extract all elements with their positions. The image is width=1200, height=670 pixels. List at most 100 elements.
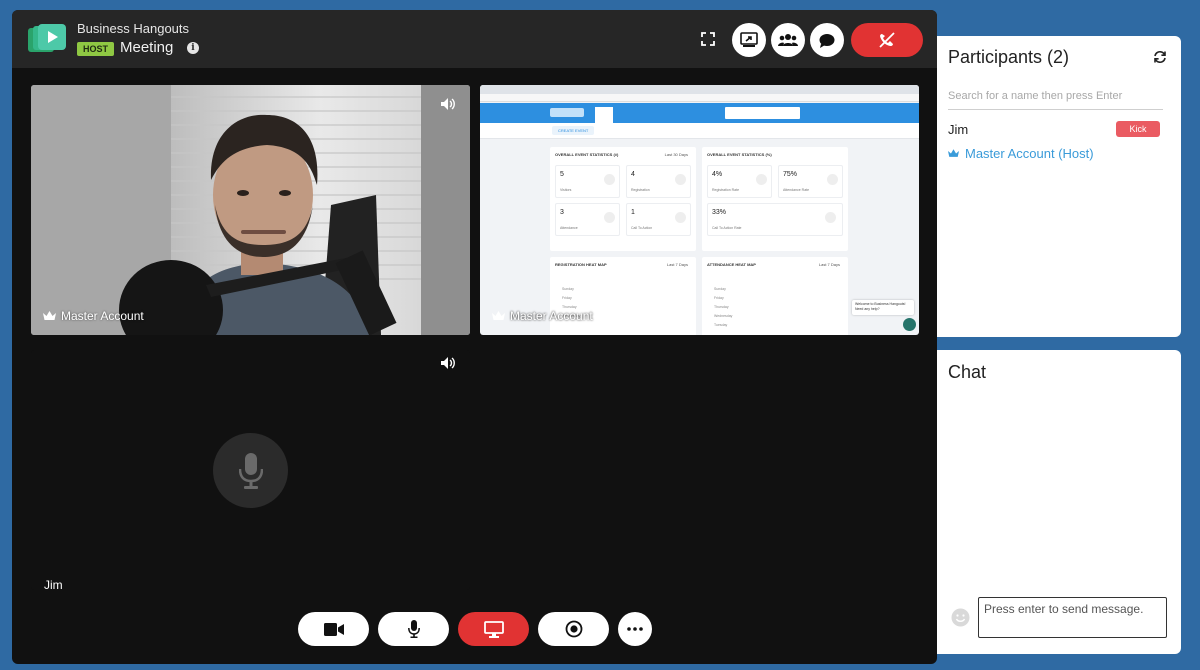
- stat-label: Registration Rate: [712, 188, 740, 192]
- support-chat-bubble: [903, 318, 916, 331]
- stat-value: 33%: [712, 209, 727, 216]
- brand-name: Business Hangouts: [77, 21, 190, 36]
- refresh-icon[interactable]: [1153, 50, 1167, 64]
- camera-toggle-button[interactable]: [298, 612, 369, 646]
- browser-urlbar: [480, 94, 919, 102]
- volume-icon[interactable]: [440, 97, 456, 111]
- video-camera-icon: [323, 622, 344, 636]
- monitor-icon: [483, 620, 504, 638]
- stat-box: 3 Attendance: [555, 203, 620, 236]
- stats-card-count: OVERALL EVENT STATISTICS (#) Last 30 Day…: [550, 147, 696, 251]
- business-hangouts-logo: [28, 24, 66, 52]
- participants-button[interactable]: [771, 23, 805, 57]
- more-dots-icon: [627, 627, 643, 631]
- meeting-title: Meeting: [120, 39, 174, 56]
- more-options-button[interactable]: [618, 612, 652, 646]
- meeting-header: Business Hangouts HOST Meeting i: [12, 10, 937, 68]
- stat-label: Registration: [631, 188, 650, 192]
- crown-icon: [948, 149, 959, 157]
- stats-card-percent: OVERALL EVENT STATISTICS (%) 4% Registra…: [702, 147, 848, 251]
- day-label: Sunday: [562, 287, 574, 291]
- stat-label: Visitors: [560, 188, 572, 192]
- stat-icon: [827, 174, 838, 185]
- stat-icon: [756, 174, 767, 185]
- participant-video: [31, 85, 470, 335]
- stat-icon: [604, 212, 615, 223]
- stat-box: 1 Call To Action: [626, 203, 691, 236]
- participant-search-input[interactable]: [948, 82, 1163, 110]
- leave-meeting-button[interactable]: [851, 23, 923, 57]
- stat-box: 33% Call To Action Rate: [707, 203, 843, 236]
- heatmap-card-attendance: ATTENDANCE HEAT MAP Last 7 Days Sunday F…: [702, 257, 848, 335]
- stat-value: 75%: [783, 171, 798, 178]
- video-tile-jim[interactable]: Jim: [31, 350, 470, 590]
- tile-label-text: Master Account: [510, 309, 593, 323]
- share-screen-button[interactable]: [732, 23, 766, 57]
- phone-hangup-icon: [879, 32, 895, 48]
- chat-panel: Chat: [937, 350, 1181, 654]
- stat-value: 4%: [712, 171, 723, 178]
- video-tile-screen-share[interactable]: CREATE EVENT OVERALL EVENT STATISTICS (#…: [480, 85, 919, 335]
- share-screen-icon: [740, 32, 758, 47]
- stat-label: Attendance: [560, 226, 578, 230]
- nav-active-tab: [595, 107, 613, 123]
- day-label: Friday: [714, 296, 724, 300]
- stats-filter: Last 30 Days: [664, 152, 688, 157]
- chat-message-input[interactable]: [978, 597, 1167, 638]
- tile-label: Master Account: [492, 309, 593, 323]
- heatmap-filter: Last 7 Days: [818, 262, 840, 267]
- stat-box: 4 Registration: [626, 165, 691, 198]
- expand-icon[interactable]: [701, 32, 715, 46]
- mic-avatar: [213, 433, 288, 508]
- heatmap-title: REGISTRATION HEAT MAP: [555, 262, 607, 267]
- day-label: Tuesday: [714, 323, 728, 327]
- stat-label: Call To Action: [631, 226, 653, 230]
- participant-name: Jim: [948, 122, 969, 137]
- chat-button[interactable]: [810, 23, 844, 57]
- kick-button[interactable]: Kick: [1116, 121, 1160, 137]
- app-navbar: [480, 103, 919, 123]
- stat-label: Call To Action Rate: [712, 226, 742, 230]
- day-label: Sunday: [714, 287, 726, 291]
- volume-icon[interactable]: [440, 356, 456, 370]
- day-label: Thursday: [714, 305, 729, 309]
- browser-chrome: [480, 85, 919, 94]
- stat-icon: [675, 174, 686, 185]
- heatmap-filter: Last 7 Days: [666, 262, 688, 267]
- day-label: Friday: [562, 296, 572, 300]
- stat-box: 4% Registration Rate: [707, 165, 772, 198]
- screen-share-toggle-button[interactable]: [458, 612, 529, 646]
- nav-logo: [550, 108, 584, 117]
- host-badge: HOST: [77, 42, 115, 56]
- stat-value: 5: [560, 171, 564, 178]
- stat-label: Attendance Rate: [783, 188, 810, 192]
- support-chat-popup: Welcome to Business Hangouts! Need any h…: [852, 300, 914, 315]
- microphone-icon: [238, 452, 263, 489]
- app-toolbar: CREATE EVENT: [480, 123, 919, 139]
- heatmap-title: ATTENDANCE HEAT MAP: [707, 262, 756, 267]
- tile-label-text: Master Account: [61, 309, 144, 323]
- stats-card-title: OVERALL EVENT STATISTICS (%): [707, 152, 772, 157]
- stat-value: 4: [631, 171, 635, 178]
- stat-icon: [675, 212, 686, 223]
- video-tile-camera[interactable]: Master Account: [31, 85, 470, 335]
- heatmap-card-registration: REGISTRATION HEAT MAP Last 7 Days Sunday…: [550, 257, 696, 335]
- heatmap-days: Sunday Friday Thursday Wednesday Tuesday: [714, 285, 732, 330]
- mic-toggle-button[interactable]: [378, 612, 449, 646]
- meeting-panel: Business Hangouts HOST Meeting i Master …: [12, 10, 937, 664]
- record-button[interactable]: [538, 612, 609, 646]
- participant-host: Master Account (Host): [948, 146, 1094, 161]
- stat-box: 5 Visitors: [555, 165, 620, 198]
- participants-panel: Participants (2) Jim Kick Master Account…: [937, 36, 1181, 337]
- stat-icon: [604, 174, 615, 185]
- record-icon: [565, 620, 582, 638]
- stat-icon: [825, 212, 836, 223]
- info-icon[interactable]: i: [187, 42, 199, 54]
- stat-box: 75% Attendance Rate: [778, 165, 843, 198]
- crown-icon: [43, 311, 56, 320]
- tile-label: Master Account: [43, 309, 144, 323]
- create-event-button: CREATE EVENT: [552, 126, 595, 135]
- day-label: Wednesday: [714, 314, 733, 318]
- emoji-icon[interactable]: [951, 608, 970, 627]
- microphone-icon: [407, 620, 420, 638]
